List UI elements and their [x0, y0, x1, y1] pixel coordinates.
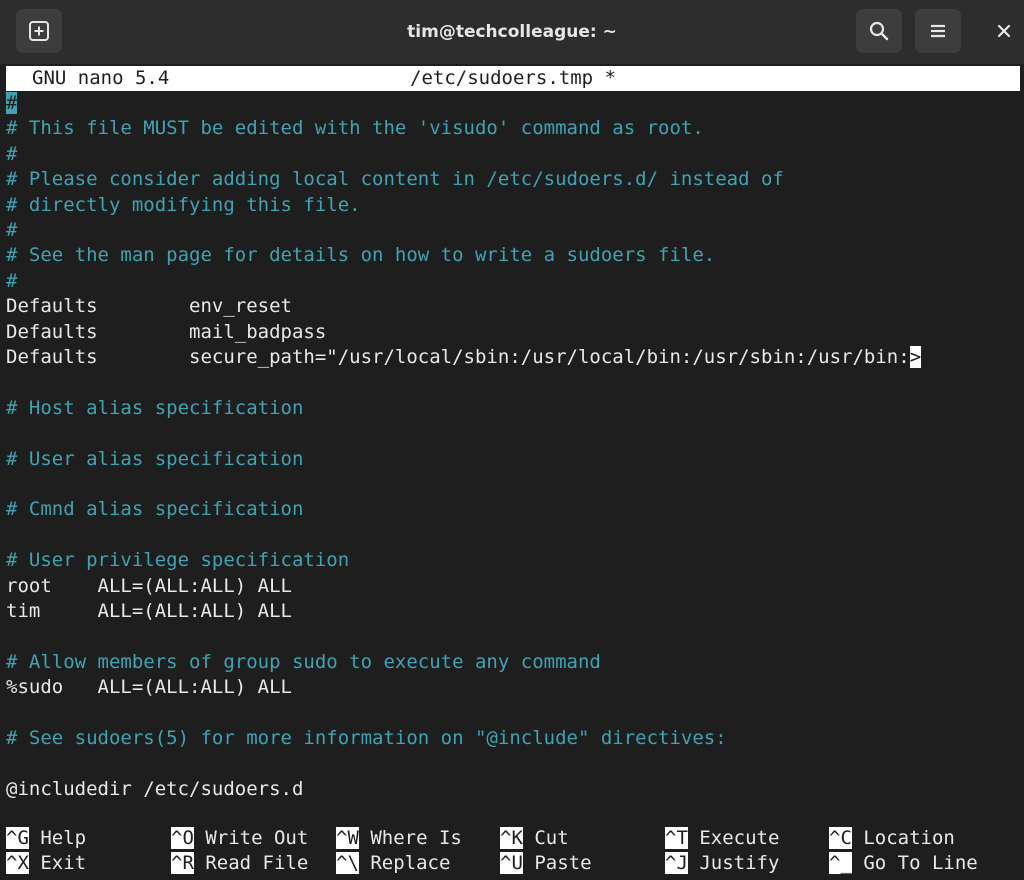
shortcut-cut[interactable]: ^K Cut [500, 826, 569, 851]
editor-line: # Please consider adding local content i… [6, 167, 784, 192]
editor-line-text: %sudo ALL=(ALL:ALL) ALL [6, 676, 292, 699]
editor-line-text: tim ALL=(ALL:ALL) ALL [6, 600, 292, 622]
nano-header-bar: GNU nano 5.4 /etc/sudoers.tmp * [6, 66, 1020, 91]
shortcut-key: ^_ [829, 852, 852, 874]
shortcut-label: Location [851, 827, 955, 849]
terminal-content[interactable]: GNU nano 5.4 /etc/sudoers.tmp * # # This … [0, 64, 1024, 880]
editor-line-text: root ALL=(ALL:ALL) ALL [6, 574, 292, 597]
shortcut-where-is[interactable]: ^W Where Is [336, 826, 462, 851]
shortcut-execute[interactable]: ^T Execute [665, 826, 779, 851]
editor-line-text: Defaults mail_badpass [6, 320, 327, 343]
search-icon [869, 21, 889, 41]
new-tab-icon [29, 21, 49, 41]
search-button[interactable] [856, 9, 902, 53]
editor-line: # directly modifying this file. [6, 193, 361, 218]
shortcut-label: Exit [28, 852, 87, 874]
editor-line-text: Defaults env_reset [6, 295, 292, 318]
shortcut-label: Justify [687, 852, 780, 874]
menu-button[interactable] [915, 9, 961, 53]
editor-line: tim ALL=(ALL:ALL) ALL [6, 599, 292, 624]
editor-line: # This file MUST be edited with the 'vis… [6, 116, 704, 141]
editor-line: # User alias specification [6, 447, 303, 472]
editor-line-text: # See sudoers(5) for more information on… [6, 727, 727, 749]
editor-line: @includedir /etc/sudoers.d [6, 777, 303, 802]
shortcut-key: ^\ [336, 852, 359, 874]
shortcut-label: Paste [522, 852, 592, 874]
close-icon [997, 24, 1011, 38]
title-bar: tim@techcolleague: ~ [0, 0, 1024, 64]
shortcut-write-out[interactable]: ^O Write Out [171, 826, 308, 851]
shortcut-exit[interactable]: ^X Exit [6, 851, 86, 876]
editor-line-text: # User privilege specification [6, 549, 350, 572]
shortcut-key: ^G [6, 827, 29, 849]
shortcut-key: ^R [171, 852, 194, 874]
shortcut-read-file[interactable]: ^R Read File [171, 851, 308, 876]
close-button[interactable] [984, 9, 1024, 53]
editor-line-text: # See the man page for details on how to… [6, 244, 716, 267]
shortcut-label: Cut [522, 827, 569, 849]
editor-line: Defaults mail_badpass [6, 320, 326, 345]
shortcut-key: ^U [500, 852, 523, 874]
editor-line: # [6, 218, 17, 243]
line-overflow-marker: > [909, 346, 922, 368]
editor-line: # Allow members of group sudo to execute… [6, 650, 601, 675]
editor-line: # Host alias specification [6, 396, 303, 421]
editor-line: root ALL=(ALL:ALL) ALL [6, 574, 292, 599]
shortcut-go-to-line[interactable]: ^_ Go To Line [829, 851, 978, 876]
shortcut-label: Where Is [358, 827, 462, 849]
shortcut-label: Replace [358, 852, 451, 874]
shortcut-key: ^X [6, 852, 29, 874]
shortcut-key: ^W [336, 827, 359, 849]
editor-line-text: # directly modifying this file. [6, 193, 361, 216]
shortcut-justify[interactable]: ^J Justify [665, 851, 779, 876]
editor-line-text: # Host alias specification [6, 396, 304, 419]
shortcut-key: ^K [500, 827, 523, 849]
editor-line-text: @includedir /etc/sudoers.d [6, 777, 304, 800]
editor-line: # [6, 91, 18, 116]
editor-line-text: # [6, 219, 18, 241]
shortcut-key: ^C [829, 827, 852, 849]
hamburger-menu-icon [931, 24, 945, 38]
editor-line-text: # Please consider adding local content i… [6, 168, 784, 191]
shortcut-label: Execute [687, 827, 780, 849]
shortcut-label: Write Out [193, 827, 309, 849]
shortcut-replace[interactable]: ^\ Replace [336, 851, 450, 876]
nano-filename: /etc/sudoers.tmp * [410, 67, 616, 89]
editor-line: # See the man page for details on how to… [6, 243, 715, 268]
editor-line: %sudo ALL=(ALL:ALL) ALL [6, 675, 292, 700]
editor-line-text: # User alias specification [6, 447, 304, 470]
shortcut-location[interactable]: ^C Location [829, 826, 955, 851]
editor-line-text: Defaults secure_path="/usr/local/sbin:/u… [6, 346, 910, 368]
shortcut-key: ^J [665, 852, 688, 874]
shortcut-label: Read File [193, 852, 309, 874]
editor-line-text: # [6, 269, 18, 292]
text-cursor: # [6, 92, 18, 114]
shortcut-label: Help [28, 827, 87, 849]
editor-line: # See sudoers(5) for more information on… [6, 726, 727, 751]
editor-line-text: # Allow members of group sudo to execute… [6, 650, 601, 673]
shortcut-key: ^O [171, 827, 194, 849]
editor-line: # [6, 269, 17, 294]
editor-line-text: # This file MUST be edited with the 'vis… [6, 117, 704, 140]
editor-line: # User privilege specification [6, 548, 349, 573]
editor-line: # [6, 142, 17, 167]
editor-line: Defaults env_reset [6, 294, 292, 319]
shortcut-key: ^T [665, 827, 688, 849]
shortcut-paste[interactable]: ^U Paste [500, 851, 592, 876]
terminal-window: tim@techcolleague: ~ GNU nano 5.4 /etc/s… [0, 0, 1024, 880]
editor-line: # Cmnd alias specification [6, 497, 303, 522]
editor-line-text: # [6, 142, 18, 165]
shortcut-label: Go To Line [851, 852, 978, 874]
editor-line: Defaults secure_path="/usr/local/sbin:/u… [6, 345, 922, 370]
editor-line-text: # Cmnd alias specification [6, 498, 304, 521]
new-tab-button[interactable] [16, 9, 62, 53]
shortcut-help[interactable]: ^G Help [6, 826, 86, 851]
